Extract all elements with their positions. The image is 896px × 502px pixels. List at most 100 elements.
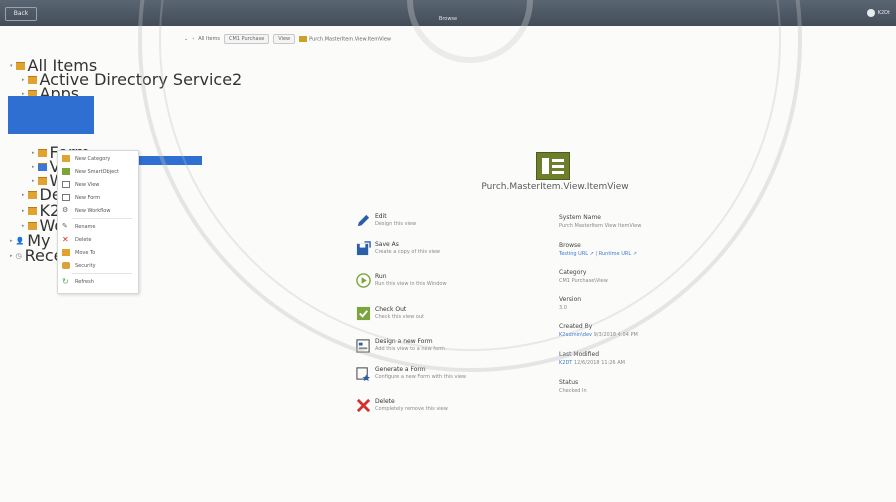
action-run[interactable]: Run Run this view in this Window: [356, 273, 516, 297]
menu-new-workflow[interactable]: ⚙ New Workflow: [62, 207, 110, 214]
action-desc: Check this view out: [375, 314, 424, 320]
folder-icon: [27, 75, 37, 84]
folder-icon: [27, 221, 37, 230]
expand-arrow-icon[interactable]: ▸: [10, 253, 13, 259]
prop-system-name: System Name Purch MasterItem View ItemVi…: [559, 214, 641, 229]
rename-icon: ✎: [62, 222, 68, 230]
lock-icon: [62, 262, 70, 269]
menu-label: Rename: [75, 223, 96, 230]
prop-label: Version: [559, 296, 582, 303]
menu-label: Delete: [75, 236, 92, 243]
folder-icon: [37, 176, 47, 185]
runtime-url-link[interactable]: Runtime URL ↗: [599, 251, 637, 257]
breadcrumb-view[interactable]: View: [273, 34, 296, 44]
expand-arrow-icon[interactable]: ▸: [32, 150, 35, 156]
menu-new-smartobject[interactable]: New SmartObject: [62, 168, 119, 175]
separator: |: [595, 251, 598, 257]
menu-label: New Category: [75, 155, 111, 162]
delete-icon: ✕: [62, 235, 69, 244]
menu-move-to[interactable]: Move To: [62, 249, 95, 256]
prop-browse: Browse Testing URL ↗ | Runtime URL ↗: [559, 242, 637, 257]
breadcrumb-all-items[interactable]: All Items: [198, 36, 220, 42]
move-icon: [62, 249, 70, 256]
action-generate-form[interactable]: Generate a Form Configure a new Form wit…: [356, 366, 516, 390]
menu-new-view[interactable]: New View: [62, 181, 99, 188]
menu-rename[interactable]: ✎ Rename: [62, 223, 96, 230]
top-bar: Back Browse K2Dt: [0, 0, 896, 26]
view-type-icon: [536, 152, 570, 180]
view-name-title: Purch.MasterItem.View.ItemView: [481, 182, 629, 192]
menu-security[interactable]: Security: [62, 262, 96, 269]
design-form-icon: [356, 339, 370, 353]
chevron-left-icon[interactable]: ‹: [192, 36, 194, 42]
expand-arrow-icon[interactable]: ▾: [10, 63, 13, 69]
user-name: K2Dt: [877, 10, 890, 16]
form-icon: [62, 194, 70, 201]
prop-label: System Name: [559, 214, 601, 221]
prop-label: Category: [559, 269, 587, 276]
menu-label: New Form: [75, 194, 101, 201]
generate-form-icon: [356, 367, 371, 381]
breadcrumb-cm1-purchase[interactable]: CM1 Purchase: [223, 34, 270, 44]
prop-version: Version 3.0: [559, 296, 581, 311]
breadcrumb-current: Purch.MasterItem.View.ItemView: [299, 35, 391, 43]
expand-arrow-icon[interactable]: ▸: [22, 208, 25, 214]
menu-delete[interactable]: ✕ Delete: [62, 235, 92, 244]
view-icon: [62, 181, 70, 188]
action-desc: Run this view in this Window: [375, 281, 447, 287]
menu-label: New SmartObject: [75, 168, 119, 175]
last-modified-date: 12/6/2018 11:26 AM: [573, 360, 625, 366]
menu-new-form[interactable]: New Form: [62, 194, 100, 201]
edit-icon: [357, 214, 370, 227]
user-menu[interactable]: K2Dt: [866, 9, 890, 17]
refresh-icon: ↻: [62, 277, 69, 286]
action-edit[interactable]: Edit Design this view: [356, 213, 516, 237]
new-category-icon: [62, 155, 70, 162]
prop-status: Status Checked In: [559, 379, 587, 394]
expand-arrow-icon[interactable]: ▸: [10, 238, 13, 244]
menu-new-category[interactable]: New Category: [62, 155, 110, 162]
expand-arrow-icon[interactable]: ▸: [32, 178, 35, 184]
breadcrumb-current-label: Purch.MasterItem.View.ItemView: [309, 36, 391, 43]
menu-label: Move To: [75, 249, 96, 256]
action-title: Save As: [375, 241, 399, 248]
action-desc: Completely remove this view: [375, 406, 448, 412]
prop-created-by: Created By K2admin\dev 9/3/2018 4:04 PM: [559, 323, 638, 338]
menu-label: New Workflow: [75, 207, 111, 214]
action-desc: Design this view: [375, 221, 417, 227]
prop-label: Browse: [559, 242, 581, 249]
expand-arrow-icon[interactable]: ▸: [22, 77, 25, 83]
folder-icon: [299, 35, 308, 42]
action-title: Design a new Form: [375, 338, 433, 345]
prop-value: Checked In: [559, 388, 587, 394]
smartobject-icon: [62, 168, 70, 175]
expand-arrow-icon[interactable]: ▸: [22, 192, 25, 198]
action-delete[interactable]: Delete Completely remove this view: [356, 398, 516, 422]
prop-label: Created By: [559, 323, 593, 330]
action-design-form[interactable]: Design a new Form Add this view to a new…: [356, 338, 516, 362]
user-avatar-icon: [866, 9, 875, 17]
expand-arrow-icon[interactable]: ▸: [32, 164, 35, 170]
folder-icon: [37, 148, 47, 157]
user-icon: 👤: [15, 236, 25, 245]
app-title: Browse: [438, 16, 458, 22]
action-check-out[interactable]: Check Out Check this view out: [356, 306, 516, 330]
last-modified-user-link[interactable]: K2DT: [559, 360, 572, 366]
menu-label: Security: [75, 262, 96, 269]
selected-node-highlight: [8, 96, 94, 134]
menu-divider: [72, 218, 132, 219]
action-save-as[interactable]: Save As Create a copy of this view: [356, 241, 516, 265]
expand-arrow-icon[interactable]: ▸: [22, 223, 25, 229]
menu-refresh[interactable]: ↻ Refresh: [62, 277, 94, 286]
action-desc: Configure a new Form with this view: [375, 374, 467, 380]
action-title: Check Out: [375, 306, 407, 313]
action-title: Generate a Form: [375, 366, 426, 373]
created-by-date: 9/3/2018 4:04 PM: [593, 332, 638, 338]
workflow-icon: ⚙: [62, 206, 69, 214]
created-by-user-link[interactable]: K2admin\dev: [559, 332, 592, 338]
testing-url-link[interactable]: Testing URL ↗: [559, 251, 594, 257]
breadcrumb: ⌄ ‹ All Items CM1 Purchase View Purch.Ma…: [184, 33, 391, 45]
chevron-down-icon[interactable]: ⌄: [184, 36, 188, 42]
check-out-icon: [356, 306, 371, 321]
prop-value: 3.0: [559, 305, 567, 311]
